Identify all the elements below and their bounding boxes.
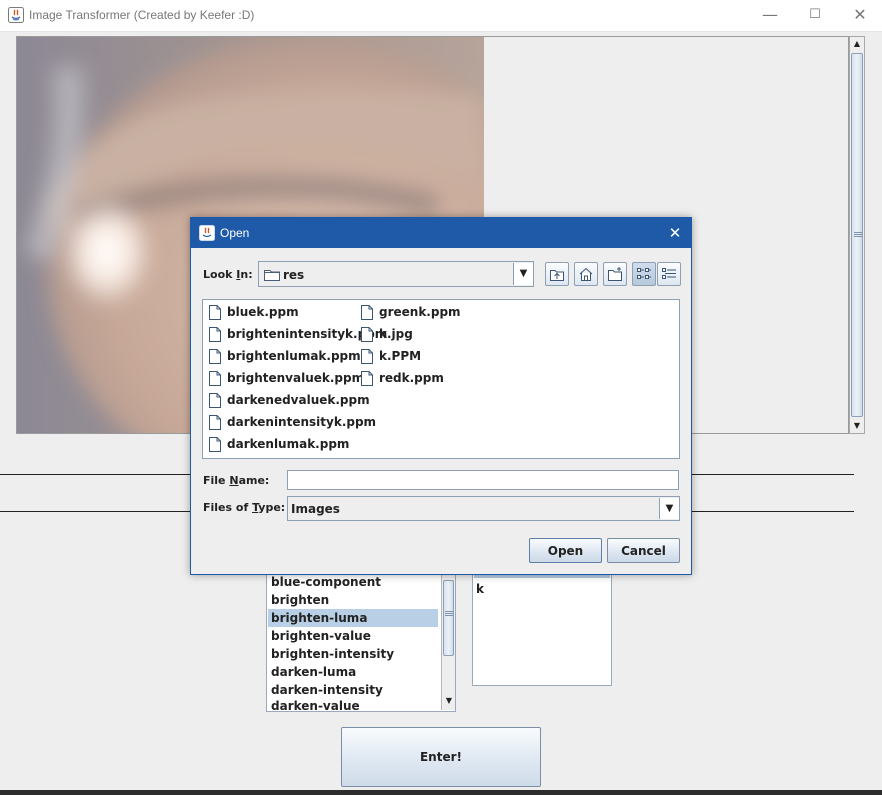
file-icon	[361, 348, 373, 364]
file-icon	[361, 370, 373, 386]
loaded-images-list[interactable]: k	[472, 572, 612, 686]
file-item[interactable]: darkenlumak.ppm	[209, 434, 349, 454]
look-in-dropdown[interactable]: res ▼	[258, 261, 534, 287]
details-view-icon	[662, 268, 676, 279]
file-item[interactable]: brightenvaluek.ppm	[209, 368, 364, 388]
file-icon	[209, 392, 221, 408]
file-icon	[209, 436, 221, 452]
java-app-icon	[8, 7, 24, 23]
open-file-dialog: Open ✕ Look In: res ▼ bluek.ppm brighten…	[190, 217, 692, 575]
dialog-title-bar: Open ✕	[191, 218, 691, 248]
scroll-down-arrow-icon[interactable]: ▼	[850, 419, 864, 433]
operations-list[interactable]: blue-component brighten brighten-luma br…	[266, 572, 456, 712]
file-icon	[361, 326, 373, 342]
dialog-close-icon[interactable]: ✕	[665, 223, 685, 243]
file-item[interactable]: redk.ppm	[361, 368, 444, 388]
up-one-level-button[interactable]	[545, 262, 569, 286]
files-of-type-label: Files of Type:	[203, 501, 286, 514]
home-icon	[579, 267, 593, 281]
list-item[interactable]: blue-component	[270, 573, 440, 591]
new-folder-button[interactable]	[603, 262, 627, 286]
file-item[interactable]: bluek.ppm	[209, 302, 299, 322]
files-of-type-dropdown[interactable]: Images ▼	[287, 496, 680, 521]
scrollbar-thumb[interactable]	[443, 580, 454, 656]
dialog-title: Open	[220, 226, 250, 240]
file-item[interactable]: k.jpg	[361, 324, 413, 344]
up-one-level-icon	[550, 270, 564, 281]
maximize-button[interactable]: ☐	[805, 6, 825, 24]
look-in-label: Look In:	[203, 268, 253, 281]
enter-button[interactable]: Enter!	[341, 727, 541, 787]
cancel-button[interactable]: Cancel	[607, 538, 680, 563]
java-app-icon	[199, 225, 215, 241]
file-icon	[209, 304, 221, 320]
open-button[interactable]: Open	[529, 538, 602, 563]
operations-scrollbar[interactable]: ▼	[441, 574, 455, 710]
file-item[interactable]: darkenintensityk.ppm	[209, 412, 376, 432]
file-item[interactable]: brightenlumak.ppm	[209, 346, 361, 366]
minimize-button[interactable]: —	[760, 6, 780, 24]
file-icon	[209, 370, 221, 386]
file-icon	[209, 348, 221, 364]
file-item[interactable]: k.PPM	[361, 346, 421, 366]
chevron-down-icon[interactable]: ▼	[659, 498, 679, 519]
file-name-field[interactable]	[287, 470, 679, 490]
details-view-button[interactable]	[657, 262, 681, 286]
image-panel-scrollbar[interactable]: ▲ ▼	[849, 36, 865, 434]
file-item[interactable]: greenk.ppm	[361, 302, 461, 322]
window-title: Image Transformer (Created by Keefer :D)	[29, 8, 255, 22]
list-item[interactable]: darken-intensity	[270, 681, 440, 699]
file-icon	[361, 304, 373, 320]
list-item[interactable]: brighten-intensity	[270, 645, 440, 663]
chevron-down-icon[interactable]: ▼	[513, 263, 533, 285]
file-icon	[209, 414, 221, 430]
scrollbar-thumb[interactable]	[851, 53, 863, 417]
list-item[interactable]: darken-value	[270, 699, 440, 711]
list-view-icon	[637, 268, 651, 279]
home-button[interactable]	[574, 262, 598, 286]
scroll-down-arrow-icon[interactable]: ▼	[442, 694, 456, 708]
file-list[interactable]: bluek.ppm brightenintensityk.ppm brighte…	[202, 299, 680, 459]
folder-icon	[264, 268, 280, 281]
taskbar-edge	[0, 790, 882, 795]
file-item[interactable]: darkenedvaluek.ppm	[209, 390, 370, 410]
close-button[interactable]: ✕	[850, 6, 870, 24]
list-item[interactable]: brighten-value	[270, 627, 440, 645]
list-view-button[interactable]	[632, 262, 656, 286]
list-item-selected[interactable]: brighten-luma	[268, 609, 438, 627]
new-folder-icon	[608, 267, 622, 281]
list-item[interactable]: k	[476, 582, 484, 596]
title-bar: Image Transformer (Created by Keefer :D)…	[0, 0, 882, 32]
list-item[interactable]: darken-luma	[270, 663, 440, 681]
look-in-value: res	[283, 268, 305, 282]
list-item[interactable]: brighten	[270, 591, 440, 609]
file-name-label: File Name:	[203, 474, 270, 487]
scroll-up-arrow-icon[interactable]: ▲	[850, 37, 864, 51]
files-of-type-value: Images	[291, 502, 340, 516]
file-icon	[209, 326, 221, 342]
